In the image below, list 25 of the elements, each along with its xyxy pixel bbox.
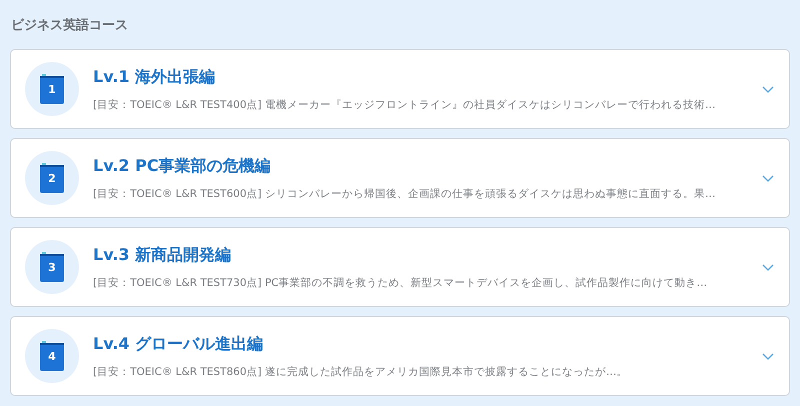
book-icon bbox=[39, 252, 65, 282]
section-title: ビジネス英語コース bbox=[11, 17, 129, 34]
chevron-down-icon[interactable] bbox=[761, 262, 775, 272]
course-title: Lv.4 グローバル進出編 bbox=[93, 334, 264, 354]
course-title: Lv.3 新商品開発編 bbox=[93, 244, 232, 266]
course-description: [目安：TOEIC® L&R TEST730点] PC事業部の不調を救うため、新型スマートデバイスを企画し、試作品製作に向けて動き… bbox=[93, 276, 708, 290]
book-number: 4 bbox=[47, 350, 57, 364]
course-description: [目安：TOEIC® L&R TEST400点] 電機メーカー『エッジフロントライン』の社員ダイスケはシリコンバレーで行われる技術… bbox=[93, 98, 716, 112]
course-card[interactable]: 4 Lv.4 グローバル進出編 [目安：TOEIC® L&R TEST860点] 遂に完成した試作品をアメリカ国際見本市で披露することになったが…。 bbox=[10, 316, 790, 396]
course-card[interactable]: 1 Lv.1 海外出張編 [目安：TOEIC® L&R TEST400点] 電機メーカー『エッジフロントライン』の社員ダイスケはシリコンバレーで行われる技術… bbox=[10, 49, 790, 129]
course-card[interactable]: 2 Lv.2 PC事業部の危機編 [目安：TOEIC® L&R TEST600点] シリコンバレーから帰国後、企画課の仕事を頑張るダイスケは思わぬ事態に直面する。果… bbox=[10, 138, 790, 218]
chevron-down-icon[interactable] bbox=[761, 173, 775, 183]
book-icon bbox=[39, 74, 65, 104]
book-icon bbox=[39, 163, 65, 193]
book-icon bbox=[39, 341, 65, 371]
course-description: [目安：TOEIC® L&R TEST600点] シリコンバレーから帰国後、企画課の仕事を頑張るダイスケは思わぬ事態に直面する。果… bbox=[93, 186, 716, 200]
course-card[interactable]: 3 Lv.3 新商品開発編 [目安：TOEIC® L&R TEST730点] PC事業部の不調を救うため、新型スマートデバイスを企画し、試作品製作に向けて動き… bbox=[10, 227, 790, 307]
book-number: 1 bbox=[47, 83, 57, 97]
course-title: Lv.1 海外出張編 bbox=[93, 66, 216, 88]
chevron-down-icon[interactable] bbox=[761, 351, 775, 361]
book-number: 2 bbox=[47, 172, 57, 186]
chevron-down-icon[interactable] bbox=[761, 84, 775, 94]
course-title: Lv.2 PC事業部の危機編 bbox=[93, 156, 271, 176]
course-description: [目安：TOEIC® L&R TEST860点] 遂に完成した試作品をアメリカ国際見本市で披露することになったが…。 bbox=[93, 364, 628, 378]
book-number: 3 bbox=[47, 261, 57, 275]
